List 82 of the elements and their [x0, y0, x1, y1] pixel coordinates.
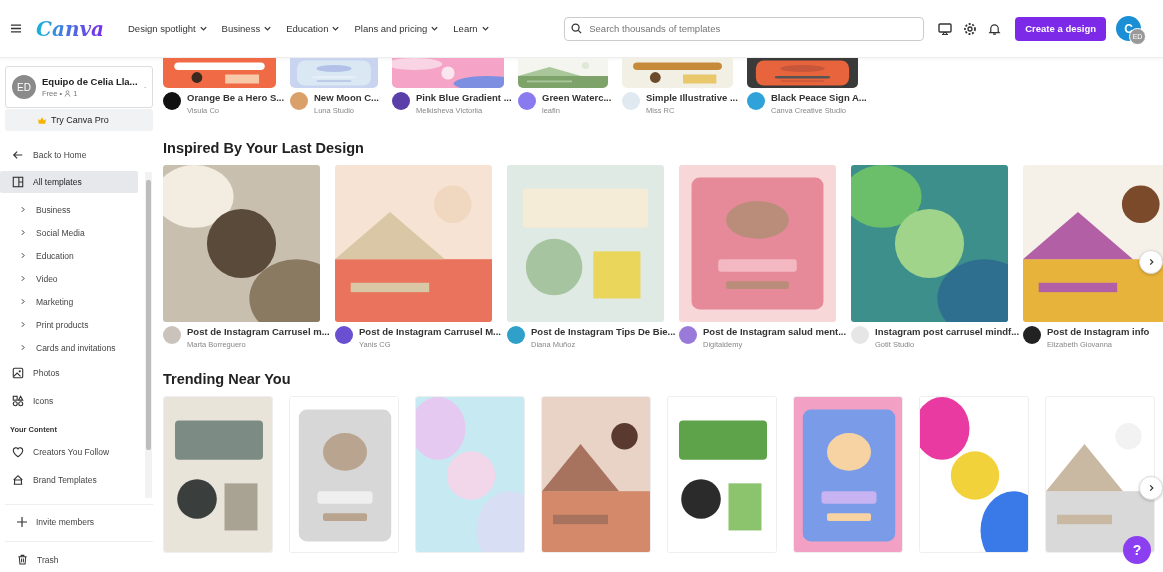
scrollbar[interactable]	[145, 172, 152, 498]
heart-icon	[12, 446, 24, 458]
template-title[interactable]: Post de Instagram info	[1047, 326, 1150, 337]
creator-avatar	[1023, 326, 1041, 344]
sidebar-item[interactable]: Print products	[0, 313, 138, 336]
shapes-icon	[12, 395, 24, 407]
crown-icon	[38, 116, 46, 124]
creator-avatar	[290, 92, 308, 110]
nav-menu[interactable]: Education	[282, 19, 345, 38]
sidebar-item[interactable]: Icons	[0, 387, 138, 415]
sidebar-item[interactable]: Marketing	[0, 290, 138, 313]
trash-button[interactable]: Trash	[5, 548, 143, 571]
try-pro-button[interactable]: Try Canva Pro	[5, 109, 153, 131]
template-title[interactable]: Black Peace Sign A...	[771, 92, 867, 103]
plus-icon	[17, 516, 27, 527]
template-title[interactable]: Post de Instagram Carrusel m...	[187, 326, 330, 337]
chevron-right-icon	[20, 298, 26, 305]
creator-avatar	[335, 326, 353, 344]
search-icon	[571, 22, 583, 34]
nav-menu[interactable]: Business	[217, 19, 277, 38]
menu-icon[interactable]	[11, 24, 21, 33]
nav-menu[interactable]: Plans and pricing	[350, 19, 444, 38]
chevron-right-icon	[20, 229, 26, 236]
team-name: Equipo de Celia Lla...	[42, 76, 138, 87]
nav-menu[interactable]: Learn	[449, 19, 494, 38]
creator-avatar	[507, 326, 525, 344]
template-title[interactable]: Post de Instagram Carrusel M...	[359, 326, 501, 337]
creator-avatar	[392, 92, 410, 110]
sidebar-item[interactable]: All templates	[0, 171, 138, 193]
sidebar-item[interactable]: Cards and invitations	[0, 336, 138, 359]
invite-button[interactable]: Invite members	[5, 510, 143, 533]
chevron-right-icon	[20, 321, 26, 328]
chevron-down-icon	[263, 24, 273, 33]
creator-avatar	[163, 326, 181, 344]
template-title[interactable]: Simple Illustrative ...	[646, 92, 738, 103]
section-title: Trending Near You	[163, 371, 292, 387]
chevron-right-icon	[20, 275, 26, 282]
chevron-right-icon	[20, 252, 26, 259]
chevron-right-icon	[20, 206, 26, 213]
help-button[interactable]: ?	[1123, 536, 1151, 564]
creator-avatar	[622, 92, 640, 110]
sidebar-item[interactable]: Photos	[0, 359, 138, 387]
template-title[interactable]: Post de Instagram Tips De Bie...	[531, 326, 676, 337]
template-title[interactable]: Orange Be a Hero S...	[187, 92, 285, 103]
creator-avatar	[851, 326, 869, 344]
creator-avatar	[163, 92, 181, 110]
layout-icon	[12, 176, 24, 188]
arrow-left-icon	[12, 148, 24, 161]
chevron-right-icon	[20, 344, 26, 351]
template-title[interactable]: Pink Blue Gradient ...	[416, 92, 512, 103]
sidebar-item[interactable]: Back to Home	[0, 143, 138, 166]
bell-icon[interactable]	[988, 21, 1002, 36]
sidebar-item[interactable]: Creators You Follow	[0, 438, 138, 466]
template-title[interactable]: Instagram post carrusel mindf...	[875, 326, 1020, 337]
person-icon	[64, 90, 72, 97]
trash-icon	[17, 554, 28, 565]
template-title[interactable]: Green Waterc...	[542, 92, 612, 103]
creator-avatar	[747, 92, 765, 110]
creator-avatar	[518, 92, 536, 110]
template-title[interactable]: New Moon C...	[314, 92, 379, 103]
settings-icon[interactable]	[963, 21, 978, 36]
section-title: Inspired By Your Last Design	[163, 140, 365, 156]
creator-avatar	[679, 326, 697, 344]
chevron-down-icon	[480, 24, 490, 33]
chevron-down-icon	[331, 24, 341, 33]
monitor-icon[interactable]	[938, 21, 953, 36]
sidebar-item[interactable]: Social Media	[0, 221, 138, 244]
chevron-down-icon	[430, 24, 440, 33]
team-avatar: ED	[12, 75, 36, 99]
nav-menu[interactable]: Design spotlight	[124, 19, 212, 38]
sidebar-item[interactable]: Brand Templates	[0, 466, 138, 494]
chevron-right-icon	[1147, 258, 1155, 266]
create-design-button[interactable]: Create a design	[1015, 16, 1106, 41]
template-title[interactable]: Post de Instagram salud ment...	[703, 326, 847, 337]
chevron-down-icon	[198, 24, 208, 33]
sidebar-item[interactable]: Education	[0, 244, 138, 267]
sidebar-item[interactable]: Video	[0, 267, 138, 290]
sidebar-item[interactable]: Business	[0, 198, 138, 221]
brand-icon	[12, 474, 24, 486]
search-field[interactable]: Search thousands of templates	[564, 16, 925, 41]
chevron-right-icon	[1147, 484, 1155, 492]
image-icon	[12, 367, 24, 379]
